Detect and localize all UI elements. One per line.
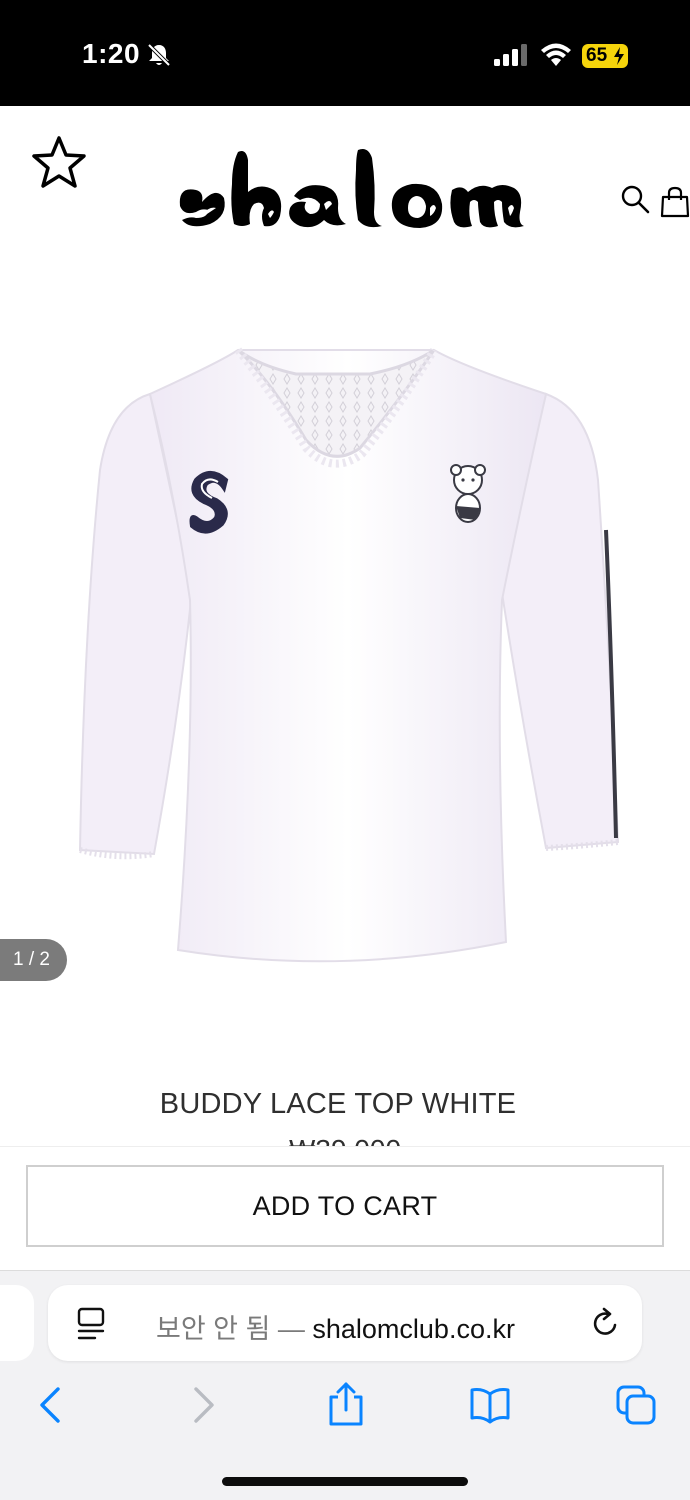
image-pager: 1 / 2 [0,939,67,981]
reload-icon[interactable] [590,1307,620,1339]
insecure-label: 보안 안 됨 — [156,1314,313,1344]
bookmarks-icon[interactable] [470,1385,510,1425]
previous-tab-preview[interactable] [0,1285,34,1361]
page-menu-icon[interactable] [76,1307,106,1341]
home-indicator[interactable] [222,1477,468,1486]
wifi-icon [541,43,571,66]
forward-icon[interactable] [182,1385,222,1425]
battery-level: 65 [586,45,608,66]
browser-toolbar: 보안 안 됨 — shalomclub.co.kr [0,1270,690,1500]
shopping-bag-icon[interactable] [660,186,690,218]
shalom-logo[interactable]: shalom [176,146,524,230]
address-domain: shalomclub.co.kr [312,1314,515,1344]
bell-slash-icon [147,43,171,67]
back-icon[interactable] [32,1385,72,1425]
tabs-icon[interactable] [616,1385,656,1425]
product-image[interactable] [70,330,630,980]
battery-charging-icon [614,47,624,65]
cart-bar: ADD TO CART [0,1146,690,1270]
status-time: 1:20 [82,38,141,69]
site-header: shalom [0,106,690,256]
add-to-cart-button[interactable]: ADD TO CART [26,1165,664,1247]
battery-indicator: 65 [582,44,628,68]
status-bar: 1:20 65 [0,0,690,106]
address-bar[interactable]: 보안 안 됨 — shalomclub.co.kr [48,1285,642,1361]
share-icon[interactable] [326,1381,366,1427]
product-title: BUDDY LACE TOP WHITE [159,1088,517,1120]
address-text[interactable]: 보안 안 됨 — shalomclub.co.kr [156,1307,515,1346]
star-icon[interactable] [30,134,88,190]
signal-icon [494,44,527,66]
search-icon[interactable] [620,184,650,214]
